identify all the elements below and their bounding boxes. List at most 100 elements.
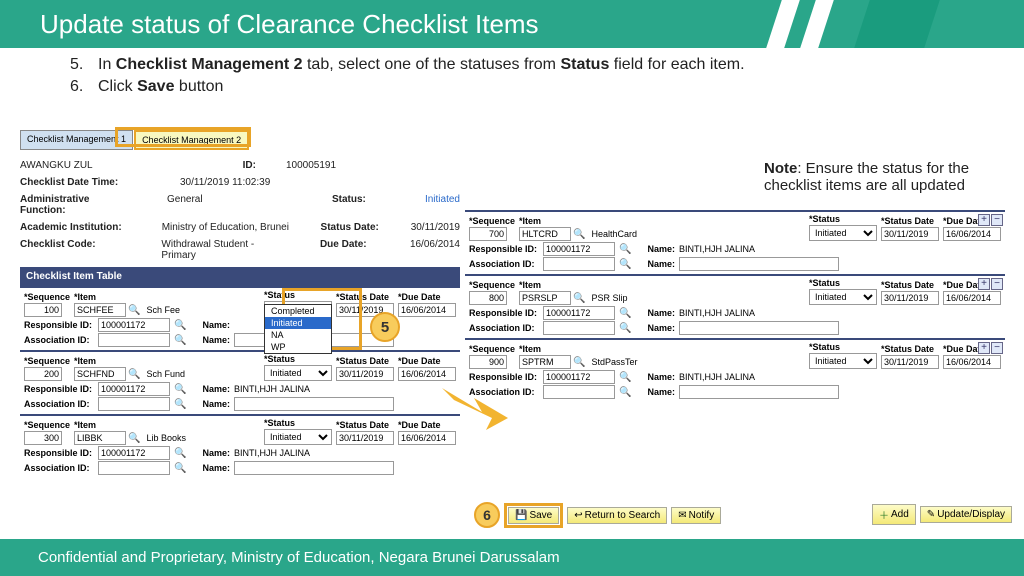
association-id-input[interactable] (543, 257, 615, 271)
table-row: +− *Sequence *Item🔍PSR Slip *StatusIniti… (465, 274, 1005, 338)
instructions: 5.In Checklist Management 2 tab, select … (0, 48, 1024, 104)
responsible-id-input[interactable] (98, 446, 170, 460)
status-select[interactable]: Initiated (264, 429, 332, 445)
instruction-6: 6.Click Save button (70, 78, 954, 96)
status-select[interactable]: Initiated (809, 353, 877, 369)
lookup-icon[interactable]: 🔍 (619, 372, 631, 383)
item-input[interactable] (519, 227, 571, 241)
table-row: +− *Sequence *Item🔍HealthCard *StatusIni… (465, 210, 1005, 274)
add-row-icon[interactable]: + (978, 214, 990, 226)
due-date-input[interactable] (398, 303, 456, 317)
highlight-tab (115, 127, 251, 147)
responsible-id-input[interactable] (543, 370, 615, 384)
status-option[interactable]: Completed (265, 305, 331, 317)
lookup-icon[interactable]: 🔍 (174, 320, 186, 331)
lookup-icon[interactable]: 🔍 (128, 433, 140, 444)
lookup-icon[interactable]: 🔍 (619, 308, 631, 319)
lookup-icon[interactable]: 🔍 (619, 244, 631, 255)
remove-row-icon[interactable]: − (991, 214, 1003, 226)
status-option[interactable]: WP (265, 341, 331, 353)
lookup-icon[interactable]: 🔍 (128, 369, 140, 380)
name-value: BINTI,HJH JALINA (679, 244, 755, 254)
status-date-input[interactable] (881, 355, 939, 369)
instruction-5: 5.In Checklist Management 2 tab, select … (70, 56, 954, 74)
action-buttons-right: ＋Add ✎Update/Display (872, 504, 1012, 525)
add-row-icon[interactable]: + (978, 278, 990, 290)
association-id-input[interactable] (98, 461, 170, 475)
responsible-id-input[interactable] (543, 306, 615, 320)
sequence-input[interactable] (469, 355, 507, 369)
add-button[interactable]: ＋Add (872, 504, 916, 525)
name-value: BINTI,HJH JALINA (679, 372, 755, 382)
sequence-input[interactable] (24, 431, 62, 445)
status-date-input[interactable] (336, 431, 394, 445)
add-row-icon[interactable]: + (978, 342, 990, 354)
table-row: *Sequence *Item🔍Sch Fund *StatusInitiate… (20, 350, 460, 414)
notify-button[interactable]: ✉Notify (671, 507, 721, 524)
lookup-icon[interactable]: 🔍 (619, 259, 631, 270)
sequence-input[interactable] (24, 367, 62, 381)
title-bar: Update status of Clearance Checklist Ite… (0, 0, 1024, 48)
status-select[interactable]: Initiated (809, 225, 877, 241)
lookup-icon[interactable]: 🔍 (174, 335, 186, 346)
page-title: Update status of Clearance Checklist Ite… (40, 9, 539, 40)
lookup-icon[interactable]: 🔍 (174, 448, 186, 459)
item-input[interactable] (519, 291, 571, 305)
lookup-icon[interactable]: 🔍 (619, 323, 631, 334)
association-id-input[interactable] (98, 397, 170, 411)
lookup-icon[interactable]: 🔍 (573, 229, 585, 240)
sequence-input[interactable] (469, 227, 507, 241)
responsible-id-input[interactable] (543, 242, 615, 256)
assoc-name-input[interactable] (679, 385, 839, 399)
due-date-input[interactable] (398, 367, 456, 381)
name-value: BINTI,HJH JALINA (679, 308, 755, 318)
association-id-input[interactable] (543, 321, 615, 335)
lookup-icon[interactable]: 🔍 (174, 384, 186, 395)
name-value: BINTI,HJH JALINA (234, 448, 310, 458)
status-dropdown[interactable]: CompletedInitiatedNAWP (264, 304, 332, 354)
id-label: ID: (243, 160, 256, 171)
lookup-icon[interactable]: 🔍 (174, 463, 186, 474)
lookup-icon[interactable]: 🔍 (619, 387, 631, 398)
return-button[interactable]: ↩Return to Search (567, 507, 667, 524)
table-row: *Sequence *Item🔍Lib Books *StatusInitiat… (20, 414, 460, 478)
due-date-input[interactable] (943, 291, 1001, 305)
item-input[interactable] (74, 431, 126, 445)
item-desc: HealthCard (591, 229, 637, 239)
item-input[interactable] (74, 367, 126, 381)
save-button[interactable]: 💾Save (508, 507, 559, 524)
status-option[interactable]: NA (265, 329, 331, 341)
association-id-input[interactable] (543, 385, 615, 399)
responsible-id-input[interactable] (98, 382, 170, 396)
item-input[interactable] (519, 355, 571, 369)
status-date-input[interactable] (881, 291, 939, 305)
lookup-icon[interactable]: 🔍 (128, 305, 140, 316)
status-select[interactable]: Initiated (809, 289, 877, 305)
assoc-name-input[interactable] (679, 321, 839, 335)
status-option[interactable]: Initiated (265, 317, 331, 329)
assoc-name-input[interactable] (679, 257, 839, 271)
status-select[interactable]: Initiated (264, 365, 332, 381)
item-input[interactable] (74, 303, 126, 317)
update-display-button[interactable]: ✎Update/Display (920, 506, 1012, 523)
responsible-id-input[interactable] (98, 318, 170, 332)
lookup-icon[interactable]: 🔍 (573, 293, 585, 304)
assoc-name-input[interactable] (234, 461, 394, 475)
sequence-input[interactable] (24, 303, 62, 317)
remove-row-icon[interactable]: − (991, 278, 1003, 290)
lookup-icon[interactable]: 🔍 (174, 399, 186, 410)
status-date-input[interactable] (336, 367, 394, 381)
checklist-panel-left: Checklist Management 1 Checklist Managem… (20, 130, 460, 478)
item-desc: Sch Fee (146, 305, 180, 315)
lookup-icon[interactable]: 🔍 (573, 357, 585, 368)
due-date-input[interactable] (943, 227, 1001, 241)
assoc-name-input[interactable] (234, 397, 394, 411)
item-desc: Lib Books (146, 433, 186, 443)
status-date-input[interactable] (881, 227, 939, 241)
remove-row-icon[interactable]: − (991, 342, 1003, 354)
due-date-input[interactable] (943, 355, 1001, 369)
checklist-panel-right: +− *Sequence *Item🔍HealthCard *StatusIni… (465, 210, 1005, 402)
id-value: 100005191 (286, 160, 336, 171)
association-id-input[interactable] (98, 333, 170, 347)
sequence-input[interactable] (469, 291, 507, 305)
